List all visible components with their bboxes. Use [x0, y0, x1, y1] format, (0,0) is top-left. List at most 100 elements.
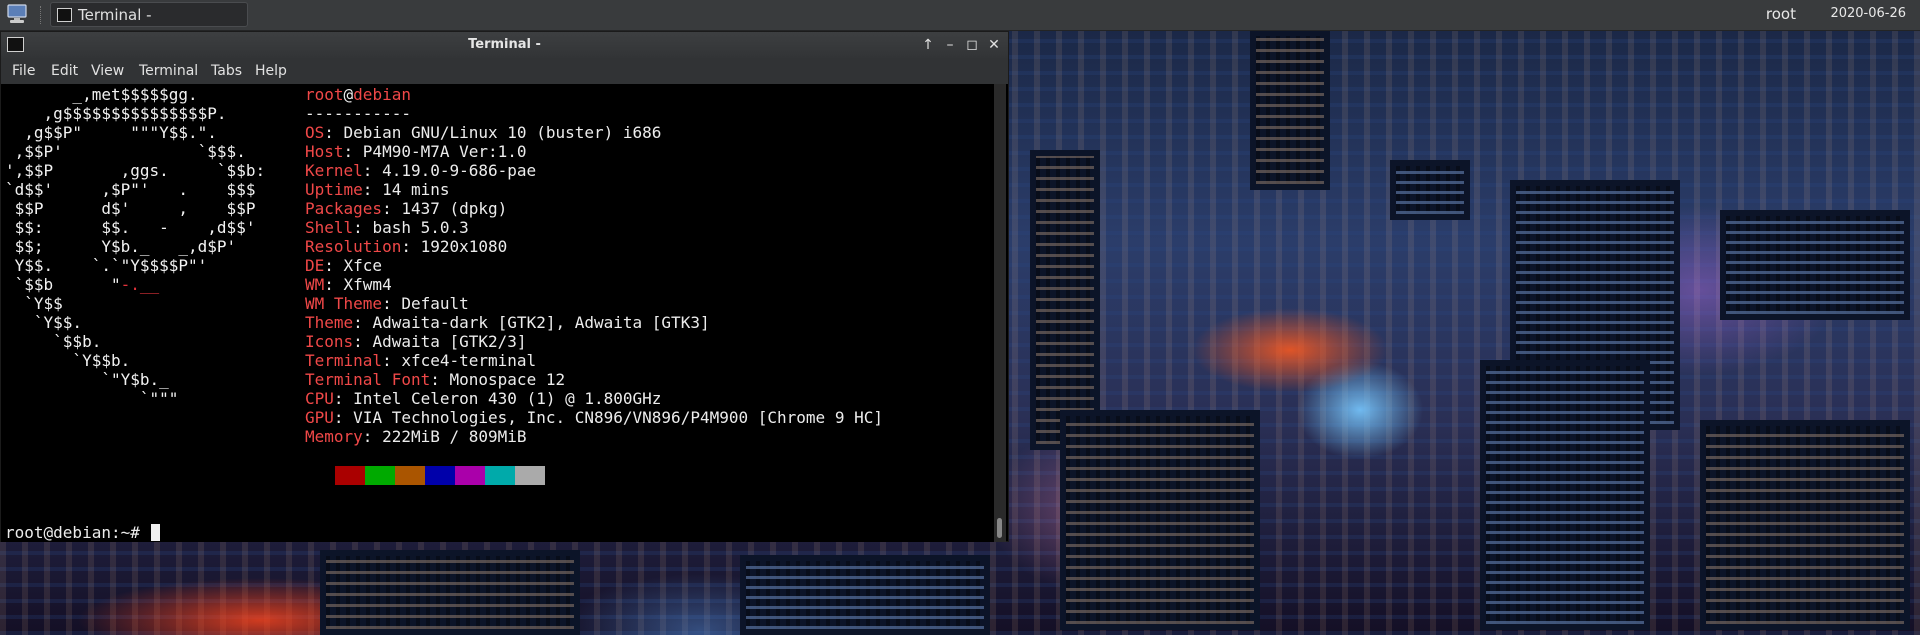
info-value: Adwaita-dark [GTK2], Adwaita [GTK3]	[372, 313, 710, 332]
color-swatch	[335, 466, 365, 485]
wallpaper-building	[1700, 420, 1910, 630]
info-value: P4M90-M7A Ver:1.0	[362, 142, 527, 161]
shell-prompt-line[interactable]: root@debian:~#	[5, 523, 160, 542]
info-key: Packages	[305, 199, 383, 218]
info-line: WM: Xfwm4	[305, 275, 883, 294]
terminal-output[interactable]: _,met$$$$$gg. ,g$$$$$$$$$$$$$$$P. ,g$$P"…	[1, 84, 995, 542]
info-line: Resolution: 1920x1080	[305, 237, 883, 256]
logo-line: `Y$$.	[5, 313, 83, 332]
panel-user[interactable]: root	[1766, 5, 1796, 23]
user-host-header: root@debian	[305, 85, 883, 104]
info-value: Default	[401, 294, 469, 313]
top-panel: Terminal - root 2020-06-26	[0, 0, 1920, 31]
info-line: CPU: Intel Celeron 430 (1) @ 1.800GHz	[305, 389, 883, 408]
logo-line: $$; Y$b._ _,d$P'	[5, 237, 237, 256]
info-line: DE: Xfce	[305, 256, 883, 275]
logo-line: _,met$$$$$gg.	[5, 85, 198, 104]
maximize-icon[interactable]: ◻	[962, 35, 982, 55]
wallpaper-building	[1390, 160, 1470, 220]
info-colon: :	[353, 313, 373, 332]
info-colon: :	[324, 275, 344, 294]
info-colon: :	[430, 370, 450, 389]
color-swatch	[395, 466, 425, 485]
logo-line: `d$$' ,$P"' . $$$	[5, 180, 256, 199]
info-key: Memory	[305, 427, 363, 446]
info-line: Host: P4M90-M7A Ver:1.0	[305, 142, 883, 161]
info-key: Kernel	[305, 161, 363, 180]
header-at: @	[343, 85, 354, 104]
logo-line: $$P d$' , $$P	[5, 199, 256, 218]
logo-line: Y$$. `.`"Y$$$$P"'	[5, 256, 208, 275]
panel-clock[interactable]: 2020-06-26	[1830, 6, 1906, 21]
window-title: Terminal -	[468, 37, 541, 52]
logo-line: `Y$$	[5, 294, 63, 313]
menu-view[interactable]: View	[91, 63, 124, 79]
logo-line: `$$b "-.__	[5, 275, 160, 294]
info-key: GPU	[305, 408, 334, 427]
info-key: Host	[305, 142, 344, 161]
info-colon: :	[333, 408, 354, 427]
info-line: Packages: 1437 (dpkg)	[305, 199, 883, 218]
wallpaper-building	[1720, 210, 1910, 320]
shell-prompt: root@debian:~#	[5, 523, 140, 542]
info-line: Theme: Adwaita-dark [GTK2], Adwaita [GTK…	[305, 313, 883, 332]
info-line: Terminal Font: Monospace 12	[305, 370, 883, 389]
info-key: DE	[305, 256, 325, 275]
wallpaper-building	[320, 550, 580, 635]
info-value: xfce4-terminal	[401, 351, 537, 370]
info-line: Memory: 222MiB / 809MiB	[305, 427, 883, 446]
color-palette	[335, 466, 545, 485]
info-colon: :	[382, 351, 402, 370]
terminal-window: Terminal - ↑ – ◻ ✕ File Edit View Termin…	[0, 31, 1009, 542]
info-value: 222MiB / 809MiB	[382, 427, 527, 446]
logo-line: `"""	[5, 389, 179, 408]
info-value: 4.19.0-9-686-pae	[382, 161, 537, 180]
logo-line: ,g$$$$$$$$$$$$$$$P.	[5, 104, 227, 123]
logo-line: $$: $$. - ,d$$'	[5, 218, 256, 237]
info-key: Terminal Font	[305, 370, 431, 389]
taskbar-terminal-button[interactable]: Terminal -	[50, 2, 248, 27]
up-arrow-icon[interactable]: ↑	[918, 35, 938, 55]
scrollbar[interactable]	[994, 84, 1006, 542]
computer-icon[interactable]	[6, 4, 28, 24]
terminal-icon	[57, 8, 72, 22]
logo-line: `$$b.	[5, 332, 102, 351]
menu-bar: File Edit View Terminal Tabs Help	[1, 58, 1008, 84]
logo-accent: -.__	[120, 275, 160, 294]
menu-tabs[interactable]: Tabs	[211, 63, 242, 79]
info-line: Kernel: 4.19.0-9-686-pae	[305, 161, 883, 180]
info-value: bash 5.0.3	[372, 218, 469, 237]
menu-file[interactable]: File	[12, 63, 35, 79]
info-colon: :	[324, 123, 344, 142]
info-key: Icons	[305, 332, 354, 351]
info-value: 1437 (dpkg)	[401, 199, 508, 218]
minimize-icon[interactable]: –	[940, 35, 960, 55]
info-colon: :	[353, 218, 373, 237]
menu-terminal[interactable]: Terminal	[139, 63, 198, 79]
menu-edit[interactable]: Edit	[51, 63, 78, 79]
info-key: WM	[305, 275, 325, 294]
title-bar[interactable]: Terminal - ↑ – ◻ ✕	[1, 32, 1008, 58]
info-value: Adwaita [GTK2/3]	[372, 332, 527, 351]
info-value: Xfce	[343, 256, 383, 275]
info-key: Theme	[305, 313, 354, 332]
logo-line: ,g$$P" """Y$$.".	[5, 123, 217, 142]
wallpaper-building	[1250, 30, 1330, 190]
info-line: Icons: Adwaita [GTK2/3]	[305, 332, 883, 351]
header-host: debian	[353, 85, 411, 104]
info-value: Intel Celeron 430 (1) @ 1.800GHz	[353, 389, 662, 408]
info-colon: :	[343, 142, 363, 161]
info-line: Shell: bash 5.0.3	[305, 218, 883, 237]
scrollbar-thumb[interactable]	[997, 518, 1002, 538]
info-value: 1920x1080	[420, 237, 508, 256]
info-key: WM Theme	[305, 294, 383, 313]
info-colon: :	[382, 199, 402, 218]
close-icon[interactable]: ✕	[984, 35, 1004, 55]
info-line: GPU: VIA Technologies, Inc. CN896/VN896/…	[305, 408, 883, 427]
info-value: 14 mins	[382, 180, 450, 199]
info-line: WM Theme: Default	[305, 294, 883, 313]
header-separator: -----------	[305, 104, 411, 123]
color-swatch	[515, 466, 545, 485]
info-key: Shell	[305, 218, 354, 237]
menu-help[interactable]: Help	[255, 63, 287, 79]
